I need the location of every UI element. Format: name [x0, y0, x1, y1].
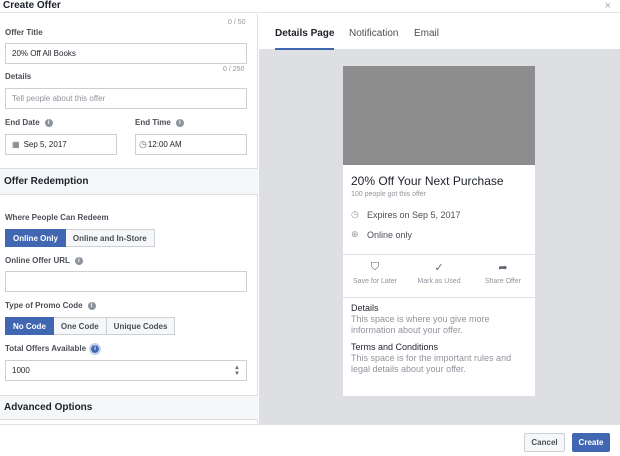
offer-redemption-section: Offer Redemption: [0, 168, 258, 195]
tab-details-page[interactable]: Details Page: [275, 28, 335, 50]
terms-heading: Terms and Conditions: [351, 342, 439, 352]
one-code-button[interactable]: One Code: [53, 317, 107, 335]
online-url-input[interactable]: [5, 271, 247, 292]
total-offers-value: 1000: [12, 366, 30, 375]
create-button[interactable]: Create: [572, 433, 610, 452]
tab-email[interactable]: Email: [414, 28, 439, 39]
check-icon: ✓: [434, 262, 444, 274]
calendar-icon: ▦: [12, 140, 20, 149]
online-only-button[interactable]: Online Only: [5, 229, 66, 247]
dialog-title: Create Offer: [3, 0, 61, 11]
stepper-icon[interactable]: ▲ ▼: [234, 365, 240, 377]
save-icon: ⛉: [370, 261, 380, 273]
unique-codes-button[interactable]: Unique Codes: [106, 317, 176, 335]
info-icon[interactable]: i: [87, 301, 96, 310]
expires-text: Expires on Sep 5, 2017: [367, 209, 461, 220]
details-counter: 0 / 250: [223, 66, 245, 73]
save-for-later-button[interactable]: ⛉ Save for Later: [343, 261, 407, 285]
offer-preview-subtitle: 100 people got this offer: [351, 191, 426, 198]
globe-icon: ⊕: [351, 229, 359, 239]
details-text: This space is where you give more inform…: [351, 314, 490, 335]
where-redeem-toggle: Online Only Online and In-Store: [5, 229, 155, 247]
total-offers-input[interactable]: 1000 ▲ ▼: [5, 360, 247, 381]
clock-icon: ◷: [139, 139, 147, 149]
where-redeem-label: Where People Can Redeem: [5, 213, 109, 222]
promo-type-toggle: No Code One Code Unique Codes: [5, 317, 176, 335]
no-code-button[interactable]: No Code: [5, 317, 54, 335]
end-date-label: End Date i: [5, 118, 53, 127]
share-offer-button[interactable]: ➦ Share Offer: [471, 261, 535, 285]
cancel-button[interactable]: Cancel: [524, 433, 565, 452]
online-and-in-store-button[interactable]: Online and In-Store: [65, 229, 155, 247]
info-icon[interactable]: i: [89, 342, 102, 355]
offer-preview-card: 20% Off Your Next Purchase 100 people go…: [343, 66, 535, 396]
expires-row: ◷ Expires on Sep 5, 2017: [351, 209, 461, 220]
offer-title-counter: 0 / 50: [228, 19, 246, 26]
offer-title-label: Offer Title: [5, 28, 43, 37]
dialog-header: Create Offer ×: [0, 0, 620, 13]
clock-icon: ◷: [351, 209, 359, 219]
info-icon[interactable]: i: [44, 118, 53, 127]
advanced-options-section[interactable]: Advanced Options: [0, 395, 258, 420]
share-icon: ➦: [498, 262, 508, 274]
mark-as-used-button[interactable]: ✓ Mark as Used: [407, 261, 471, 285]
details-input[interactable]: Tell people about this offer: [5, 88, 247, 109]
dialog-footer: Cancel Create: [0, 424, 620, 456]
preview-panel: Details Page Notification Email 20% Off …: [259, 14, 620, 424]
end-date-value: Sep 5, 2017: [23, 140, 67, 149]
terms-text: This space is for the important rules an…: [351, 353, 512, 374]
end-date-field[interactable]: ▦ Sep 5, 2017: [5, 134, 117, 155]
end-time-value: 12:00 AM: [147, 140, 182, 149]
offer-form: 0 / 50 Offer Title 20% Off All Books 0 /…: [0, 14, 258, 424]
offer-cover-image: [343, 66, 535, 165]
details-heading: Details: [351, 303, 379, 313]
tab-notification[interactable]: Notification: [349, 28, 398, 39]
promo-type-label: Type of Promo Code i: [5, 301, 96, 310]
offer-preview-title: 20% Off Your Next Purchase: [351, 174, 504, 188]
online-url-label: Online Offer URL i: [5, 256, 83, 265]
details-label: Details: [5, 72, 32, 81]
availability-text: Online only: [367, 229, 413, 240]
availability-row: ⊕ Online only: [351, 229, 412, 240]
offer-actions: ⛉ Save for Later ✓ Mark as Used ➦ Share …: [343, 254, 535, 298]
offer-title-input[interactable]: 20% Off All Books: [5, 43, 247, 64]
end-time-label: End Time i: [135, 118, 184, 127]
info-icon[interactable]: i: [74, 256, 83, 265]
total-offers-label: Total Offers Available i: [5, 342, 102, 355]
end-time-field[interactable]: ◷ 12:00 AM: [135, 134, 247, 155]
info-icon[interactable]: i: [175, 118, 184, 127]
close-icon[interactable]: ×: [605, 0, 611, 12]
preview-tabs: Details Page Notification Email: [259, 14, 620, 50]
